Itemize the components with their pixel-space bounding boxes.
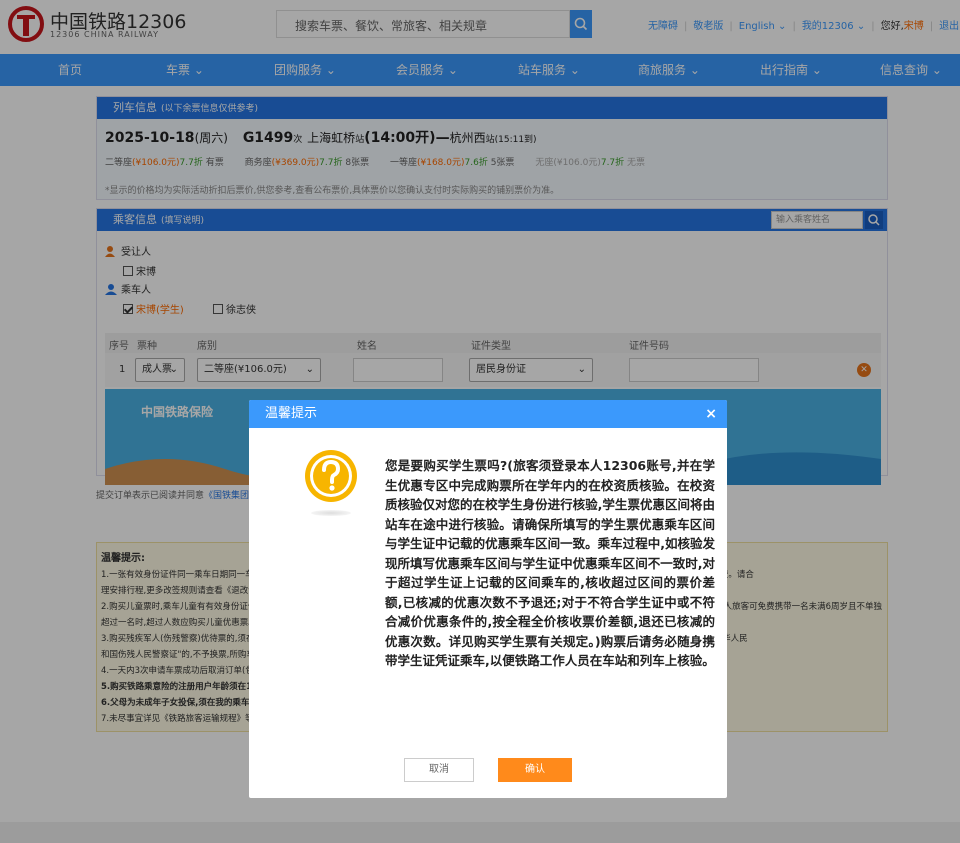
question-icon: [305, 450, 357, 502]
student-ticket-dialog: 温馨提示 × 您是要购买学生票吗?(旅客须登录本人12306账号,并在学生优惠专…: [249, 400, 727, 798]
dialog-message: 您是要购买学生票吗?(旅客须登录本人12306账号,并在学生优惠专区中完成购票所…: [385, 458, 715, 668]
dialog-header: 温馨提示 ×: [249, 400, 727, 428]
icon-shadow: [311, 510, 351, 516]
confirm-button[interactable]: 确认: [498, 758, 572, 782]
cancel-button[interactable]: 取消: [404, 758, 474, 782]
close-icon[interactable]: ×: [705, 400, 717, 428]
dialog-title: 温馨提示: [265, 406, 318, 421]
